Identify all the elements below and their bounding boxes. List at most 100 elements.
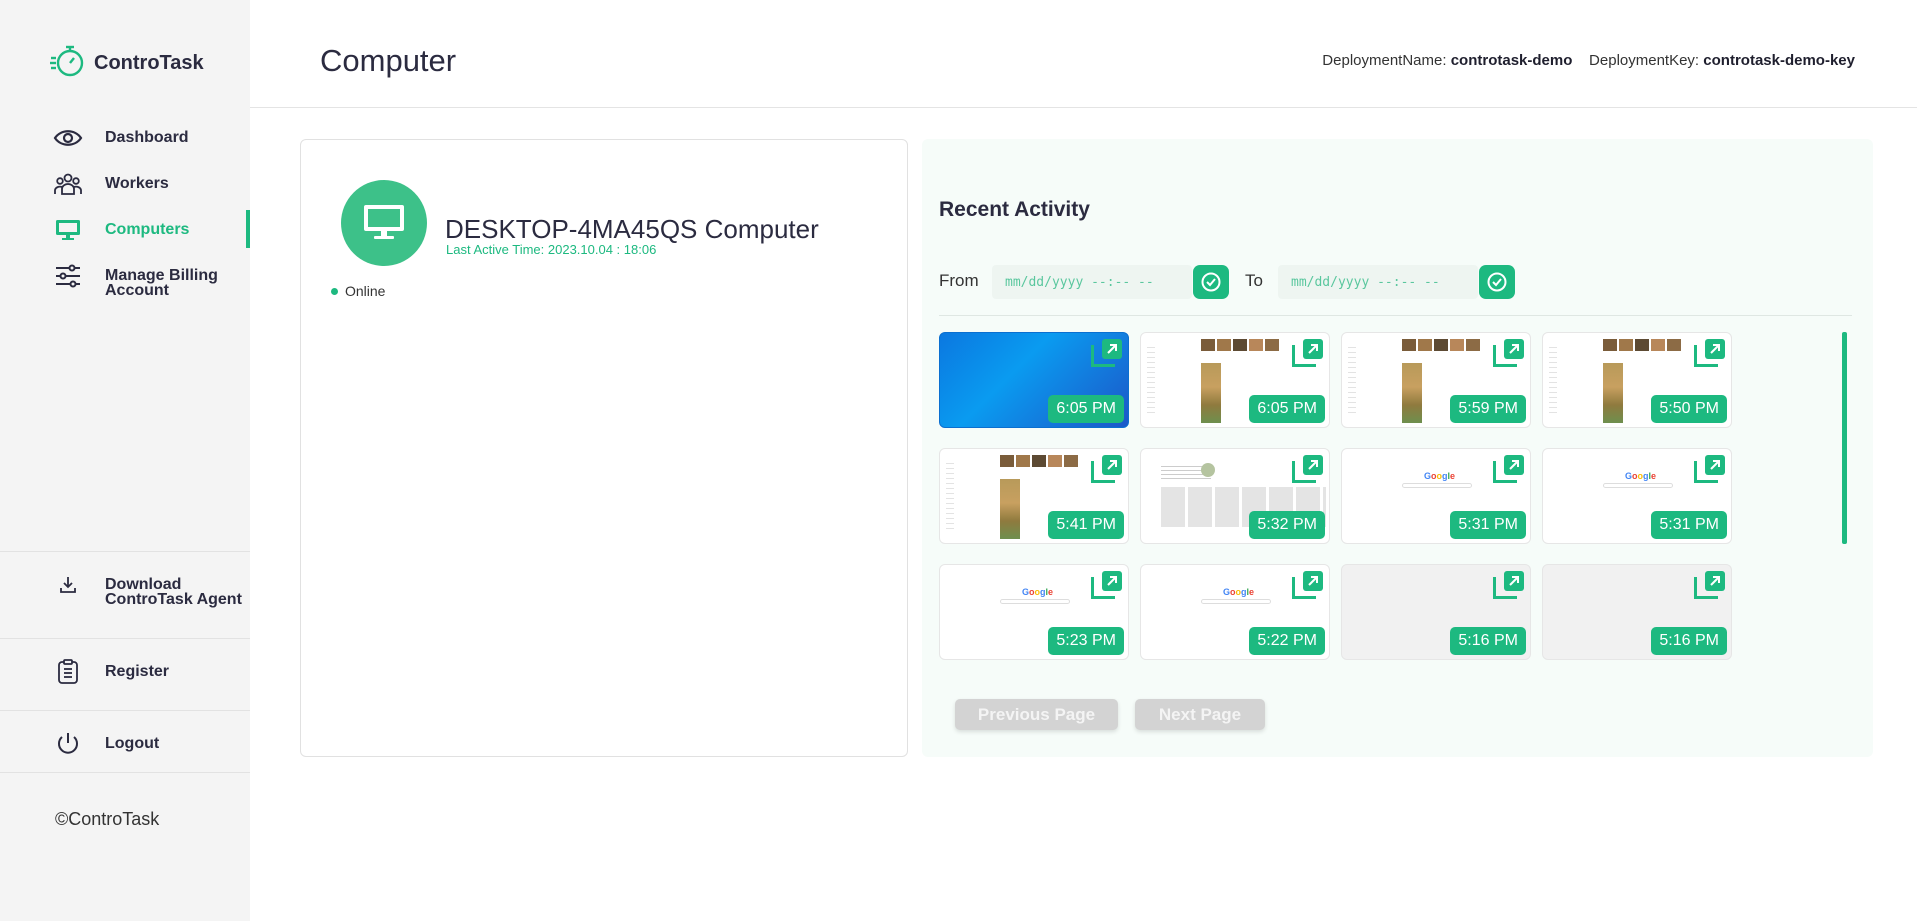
thumbnail-time: 5:16 PM <box>1450 627 1526 655</box>
activity-thumbnail[interactable]: 5:50 PM <box>1542 332 1732 428</box>
activity-thumbnail[interactable]: 5:16 PM <box>1542 564 1732 660</box>
thumbnail-preview <box>1201 363 1221 423</box>
expand-frame-icon <box>1292 461 1316 483</box>
activity-thumbnail[interactable]: Google 5:23 PM <box>939 564 1129 660</box>
thumbnail-preview: Google <box>1424 471 1456 481</box>
thumbnail-time: 5:31 PM <box>1450 511 1526 539</box>
last-active-time: Last Active Time: 2023.10.04 : 18:06 <box>446 242 657 257</box>
register-link[interactable]: Register <box>53 659 169 685</box>
thumbnail-preview <box>1201 463 1215 477</box>
thumbnail-preview: Google <box>1625 471 1657 481</box>
thumbnail-preview <box>1147 343 1155 413</box>
thumbnail-preview <box>1000 599 1070 604</box>
sidebar-item-billing[interactable]: Manage Billing Account <box>53 263 218 299</box>
eye-icon <box>53 125 83 151</box>
activity-thumbnail[interactable]: Google 5:31 PM <box>1542 448 1732 544</box>
activity-thumbnail[interactable]: 5:16 PM <box>1341 564 1531 660</box>
clock-icon <box>1201 272 1221 292</box>
expand-frame-icon <box>1493 577 1517 599</box>
logo[interactable]: ControTask <box>50 42 204 85</box>
expand-frame-icon <box>1091 345 1115 367</box>
thumbnail-preview: Google <box>1022 587 1054 597</box>
thumbnail-time: 5:22 PM <box>1249 627 1325 655</box>
clock-icon <box>1487 272 1507 292</box>
recent-activity-panel: Recent Activity From To 6:05 PM 6:05 PM 5:… <box>922 139 1873 757</box>
thumbnail-preview <box>1603 363 1623 423</box>
from-clock-button[interactable] <box>1193 265 1229 299</box>
monitor-icon <box>53 217 83 243</box>
thumbnail-preview <box>1402 363 1422 423</box>
power-icon <box>53 731 83 757</box>
to-label: To <box>1245 271 1263 290</box>
sidebar-item-label: Workers <box>105 175 169 192</box>
clipboard-icon <box>53 659 83 685</box>
thumbnail-time: 5:31 PM <box>1651 511 1727 539</box>
sidebar-item-dashboard[interactable]: Dashboard <box>53 125 189 151</box>
thumbnail-preview <box>1000 455 1078 467</box>
status-badge: Online <box>331 283 385 299</box>
thumbnail-preview <box>1201 599 1271 604</box>
thumbnail-time: 5:41 PM <box>1048 511 1124 539</box>
scrollbar-thumb[interactable] <box>1842 332 1847 544</box>
expand-frame-icon <box>1493 461 1517 483</box>
sidebar-item-computers[interactable]: Computers <box>53 217 189 243</box>
computer-card: DESKTOP-4MA45QS Computer Last Active Tim… <box>300 139 908 757</box>
expand-frame-icon <box>1694 461 1718 483</box>
thumbnail-preview <box>946 459 954 529</box>
activity-thumbnail[interactable]: 5:59 PM <box>1341 332 1531 428</box>
thumbnail-preview <box>1549 343 1557 413</box>
deployment-name: controtask-demo <box>1450 52 1573 69</box>
activity-thumbnail[interactable]: 5:41 PM <box>939 448 1129 544</box>
computer-avatar <box>341 180 427 266</box>
activity-thumbnail[interactable]: 6:05 PM <box>939 332 1129 428</box>
download-agent-link[interactable]: Download ControTask Agent <box>53 572 242 608</box>
thumbnail-time: 6:05 PM <box>1249 395 1325 423</box>
to-clock-button[interactable] <box>1479 265 1515 299</box>
expand-frame-icon <box>1292 345 1316 367</box>
activity-thumbnail[interactable]: Google 5:22 PM <box>1140 564 1330 660</box>
previous-page-button[interactable]: Previous Page <box>955 699 1118 730</box>
thumbnail-preview <box>1603 483 1673 488</box>
sidebar-item-label: Register <box>105 663 170 680</box>
monitor-icon <box>364 205 404 239</box>
online-dot-icon <box>331 287 338 295</box>
to-datetime-input[interactable] <box>1278 265 1478 299</box>
computer-name: DESKTOP-4MA45QS Computer <box>445 214 819 244</box>
recent-activity-title: Recent Activity <box>939 198 1090 221</box>
thumbnail-time: 5:16 PM <box>1651 627 1727 655</box>
deployment-key: controtask-demo-key <box>1703 52 1855 69</box>
expand-frame-icon <box>1493 345 1517 367</box>
thumbnail-time: 5:59 PM <box>1450 395 1526 423</box>
activity-thumbnail[interactable]: 6:05 PM <box>1140 332 1330 428</box>
deployment-key-label: DeploymentKey: <box>1589 52 1700 69</box>
from-datetime-input[interactable] <box>992 265 1192 299</box>
from-label: From <box>939 271 979 290</box>
expand-frame-icon <box>1091 577 1115 599</box>
download-icon <box>53 572 83 598</box>
deployment-info: DeploymentName: controtask-demo Deployme… <box>1322 52 1855 69</box>
thumbnail-time: 5:50 PM <box>1651 395 1727 423</box>
thumbnail-preview <box>1000 479 1020 539</box>
activity-divider <box>939 315 1852 316</box>
sidebar-item-label: Dashboard <box>105 129 189 146</box>
sidebar-item-label: Download ControTask Agent <box>105 576 242 608</box>
thumbnail-time: 5:32 PM <box>1249 511 1325 539</box>
status-text: Online <box>345 283 386 299</box>
sidebar-item-label: Logout <box>105 735 160 752</box>
sidebar-item-workers[interactable]: Workers <box>53 171 169 197</box>
app-root: ControTask Dashboard Workers Computers M… <box>0 0 1917 921</box>
sidebar: ControTask Dashboard Workers Computers M… <box>0 0 250 921</box>
expand-frame-icon <box>1091 461 1115 483</box>
activity-thumbnail[interactable]: Google 5:31 PM <box>1341 448 1531 544</box>
logout-link[interactable]: Logout <box>53 731 159 757</box>
expand-frame-icon <box>1694 345 1718 367</box>
screenshot-grid[interactable]: 6:05 PM 6:05 PM 5:59 PM 5:50 PM 5:41 PM 5:32 … <box>939 332 1859 681</box>
sidebar-divider <box>0 710 250 711</box>
thumbnail-preview <box>1402 339 1480 351</box>
next-page-button[interactable]: Next Page <box>1135 699 1265 730</box>
sidebar-divider <box>0 638 250 639</box>
thumbnail-preview <box>1201 339 1279 351</box>
expand-frame-icon <box>1292 577 1316 599</box>
grid-scrollbar[interactable] <box>1842 332 1847 681</box>
activity-thumbnail[interactable]: 5:32 PM <box>1140 448 1330 544</box>
